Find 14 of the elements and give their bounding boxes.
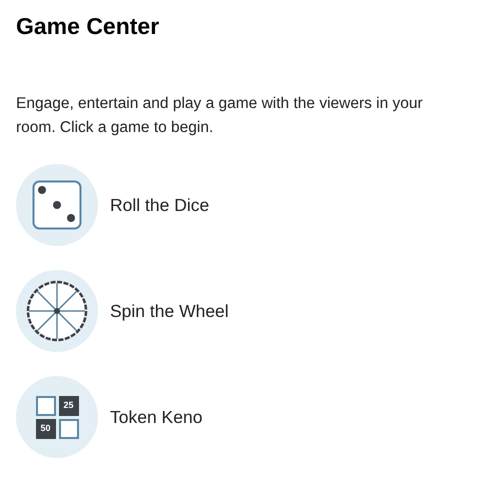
- game-label: Token Keno: [110, 406, 202, 429]
- page-title: Game Center: [16, 12, 160, 40]
- game-item[interactable]: Spin the Wheel: [16, 270, 463, 352]
- number-tile: 50: [36, 418, 56, 438]
- game-label: Spin the Wheel: [110, 300, 229, 323]
- tile-icon: [36, 396, 56, 416]
- game-item[interactable]: Roll the Dice: [16, 164, 463, 246]
- tile-icon: [58, 418, 78, 438]
- game-item[interactable]: 25 50 Token Keno: [16, 376, 463, 458]
- dice-icon: [32, 180, 82, 230]
- wheel-icon: [26, 280, 88, 342]
- game-label: Roll the Dice: [110, 194, 210, 217]
- number-tile: 25: [58, 396, 78, 416]
- description: Engage, entertain and play a game with the viewers in your room. Click a game to begin.: [16, 94, 424, 138]
